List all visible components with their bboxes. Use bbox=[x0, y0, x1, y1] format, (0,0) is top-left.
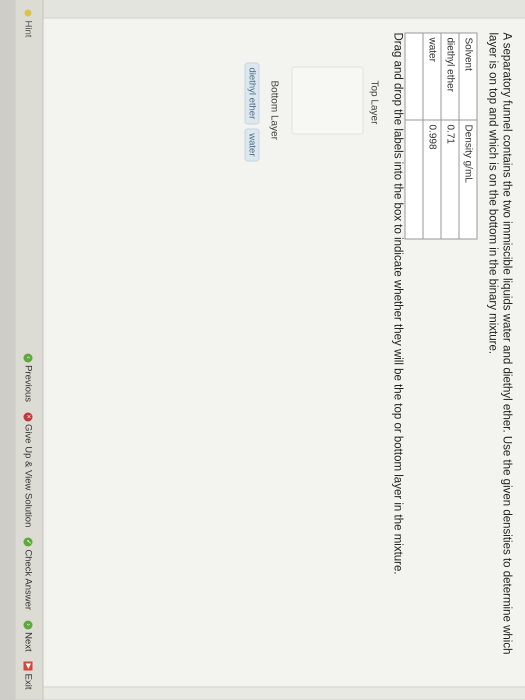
table-cell: 0.71 bbox=[441, 120, 459, 239]
bottom-layer-label: Bottom Layer bbox=[268, 80, 280, 140]
table-cell: 0.998 bbox=[423, 120, 441, 239]
window-edge bbox=[0, 0, 16, 700]
exit-door-icon: ▶ bbox=[24, 661, 33, 671]
next-button[interactable]: › Next bbox=[23, 620, 34, 652]
navigation-buttons: ‹ Previous × Give Up & View Solution ✓ C… bbox=[23, 353, 34, 690]
table-header-cell: Solvent bbox=[459, 33, 477, 120]
chip-diethyl-ether[interactable]: diethyl ether bbox=[244, 62, 260, 125]
top-layer-drop-box[interactable] bbox=[291, 66, 364, 135]
arrow-left-circle-icon: ‹ bbox=[24, 353, 33, 363]
table-header-row: Solvent Density g/mL bbox=[459, 33, 477, 239]
give-up-button[interactable]: × Give Up & View Solution bbox=[23, 412, 34, 527]
exit-button[interactable]: ▶ Exit bbox=[23, 661, 34, 690]
give-up-label: Give Up & View Solution bbox=[23, 424, 34, 528]
arrow-right-circle-icon: › bbox=[24, 620, 33, 630]
instruction-text: Drag and drop the labels into the box to… bbox=[391, 32, 404, 575]
hint-label: Hint bbox=[23, 20, 34, 38]
chip-water[interactable]: water bbox=[244, 128, 260, 162]
table-header-cell: Density g/mL bbox=[459, 120, 477, 239]
previous-label: Previous bbox=[23, 365, 34, 403]
hint-button[interactable]: Hint bbox=[23, 9, 34, 38]
table-cell bbox=[405, 33, 423, 120]
previous-button[interactable]: ‹ Previous bbox=[23, 353, 34, 402]
check-answer-label: Check Answer bbox=[23, 549, 34, 611]
table-row: water 0.998 bbox=[423, 33, 441, 239]
density-table: Solvent Density g/mL diethyl ether 0.71 … bbox=[404, 32, 478, 240]
exit-label: Exit bbox=[23, 673, 34, 690]
table-row: diethyl ether 0.71 bbox=[441, 33, 459, 239]
lightbulb-icon bbox=[25, 9, 32, 17]
rotated-screen: A separatory funnel contains the two imm… bbox=[0, 0, 525, 700]
next-label: Next bbox=[23, 632, 34, 652]
table-row bbox=[405, 33, 423, 239]
check-answer-button[interactable]: ✓ Check Answer bbox=[23, 537, 34, 610]
scrollbar[interactable] bbox=[43, 686, 525, 700]
table-cell: diethyl ether bbox=[441, 33, 459, 120]
table-cell: water bbox=[423, 33, 441, 120]
table-cell bbox=[405, 120, 423, 239]
question-text: A separatory funnel contains the two imm… bbox=[486, 32, 513, 655]
footer-toolbar: Hint ‹ Previous × Give Up & View Solutio… bbox=[14, 0, 44, 700]
check-circle-icon: ✓ bbox=[24, 537, 33, 547]
x-circle-icon: × bbox=[24, 412, 33, 422]
top-layer-label: Top Layer bbox=[368, 80, 380, 125]
draggable-labels: diethyl ether water bbox=[244, 62, 260, 162]
question-panel: A separatory funnel contains the two imm… bbox=[43, 17, 525, 690]
